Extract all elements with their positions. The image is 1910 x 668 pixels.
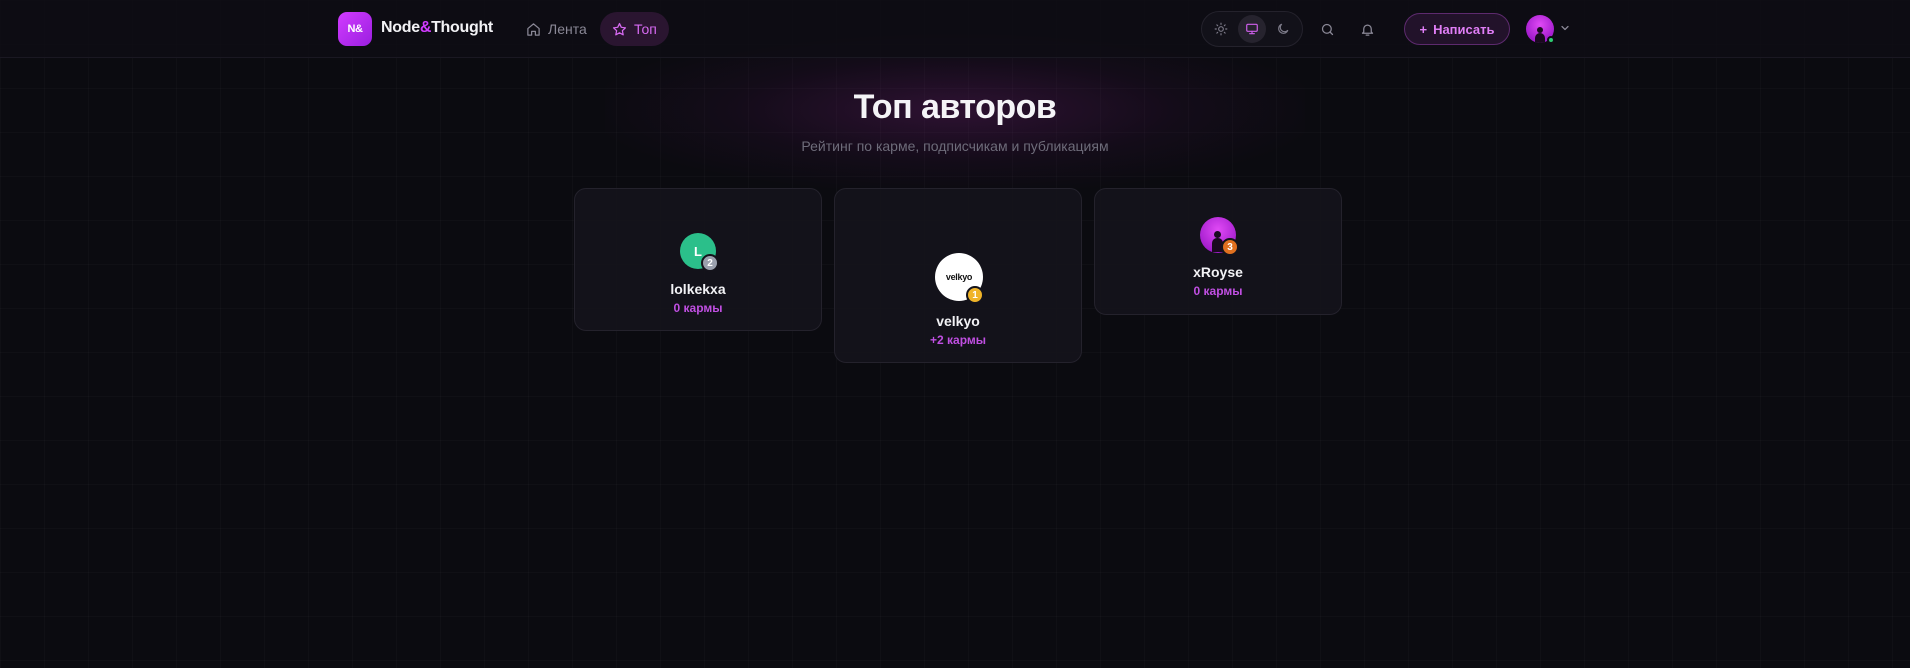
bell-icon bbox=[1361, 24, 1373, 36]
page-subtitle: Рейтинг по карме, подписчикам и публикац… bbox=[801, 138, 1109, 154]
author-card-rank-2[interactable]: L 2 lolkekxa 0 кармы bbox=[574, 188, 822, 331]
author-card-rank-3[interactable]: 3 xRoyse 0 кармы bbox=[1094, 188, 1342, 315]
author-name[interactable]: lolkekxa bbox=[575, 281, 821, 297]
search-button[interactable] bbox=[1313, 15, 1341, 43]
author-name[interactable]: velkyo bbox=[835, 313, 1081, 329]
monitor-icon bbox=[1246, 23, 1258, 35]
author-karma: +2 кармы bbox=[930, 333, 986, 347]
sun-icon bbox=[1214, 22, 1228, 36]
nav-feed-link[interactable]: Лента bbox=[514, 12, 599, 46]
nav-top-label: Топ bbox=[634, 21, 657, 37]
rank-badge: 2 bbox=[701, 254, 719, 272]
moon-icon bbox=[1277, 23, 1288, 34]
notifications-button[interactable] bbox=[1353, 15, 1381, 43]
brand-part-2: Thought bbox=[431, 19, 493, 36]
brand-ampersand: & bbox=[419, 19, 432, 36]
rank-badge: 3 bbox=[1221, 238, 1239, 256]
theme-dark-button[interactable] bbox=[1269, 15, 1297, 43]
theme-switcher bbox=[1201, 11, 1303, 47]
brand-name[interactable]: Node&Thought bbox=[381, 19, 493, 37]
nav-feed-label: Лента bbox=[548, 21, 587, 37]
rank-badge: 1 bbox=[966, 286, 984, 304]
avatar-body bbox=[1535, 33, 1545, 43]
theme-light-button[interactable] bbox=[1207, 15, 1235, 43]
top-navbar: N& Node&Thought Лента Топ + Написать bbox=[0, 0, 1910, 58]
write-button-label: Написать bbox=[1433, 21, 1495, 37]
author-karma: 0 кармы bbox=[1193, 284, 1243, 298]
search-icon bbox=[1321, 23, 1333, 35]
online-status-dot bbox=[1547, 36, 1555, 44]
author-karma: 0 кармы bbox=[673, 301, 723, 315]
author-name[interactable]: xRoyse bbox=[1095, 264, 1341, 280]
chevron-down-icon[interactable] bbox=[1559, 22, 1571, 34]
plus-icon: + bbox=[1419, 21, 1428, 37]
write-button[interactable]: + Написать bbox=[1404, 13, 1510, 45]
home-icon bbox=[527, 22, 540, 36]
nav-top-link[interactable]: Топ bbox=[600, 12, 669, 46]
author-card-rank-1[interactable]: velkyo 1 velkyo +2 кармы bbox=[834, 188, 1082, 363]
theme-system-button[interactable] bbox=[1237, 15, 1266, 43]
page-title: Топ авторов bbox=[853, 88, 1057, 126]
logo-icon[interactable]: N& bbox=[338, 12, 372, 46]
avatar-head bbox=[1214, 231, 1221, 238]
star-icon bbox=[612, 22, 627, 35]
brand-part-1: Node bbox=[381, 19, 420, 36]
